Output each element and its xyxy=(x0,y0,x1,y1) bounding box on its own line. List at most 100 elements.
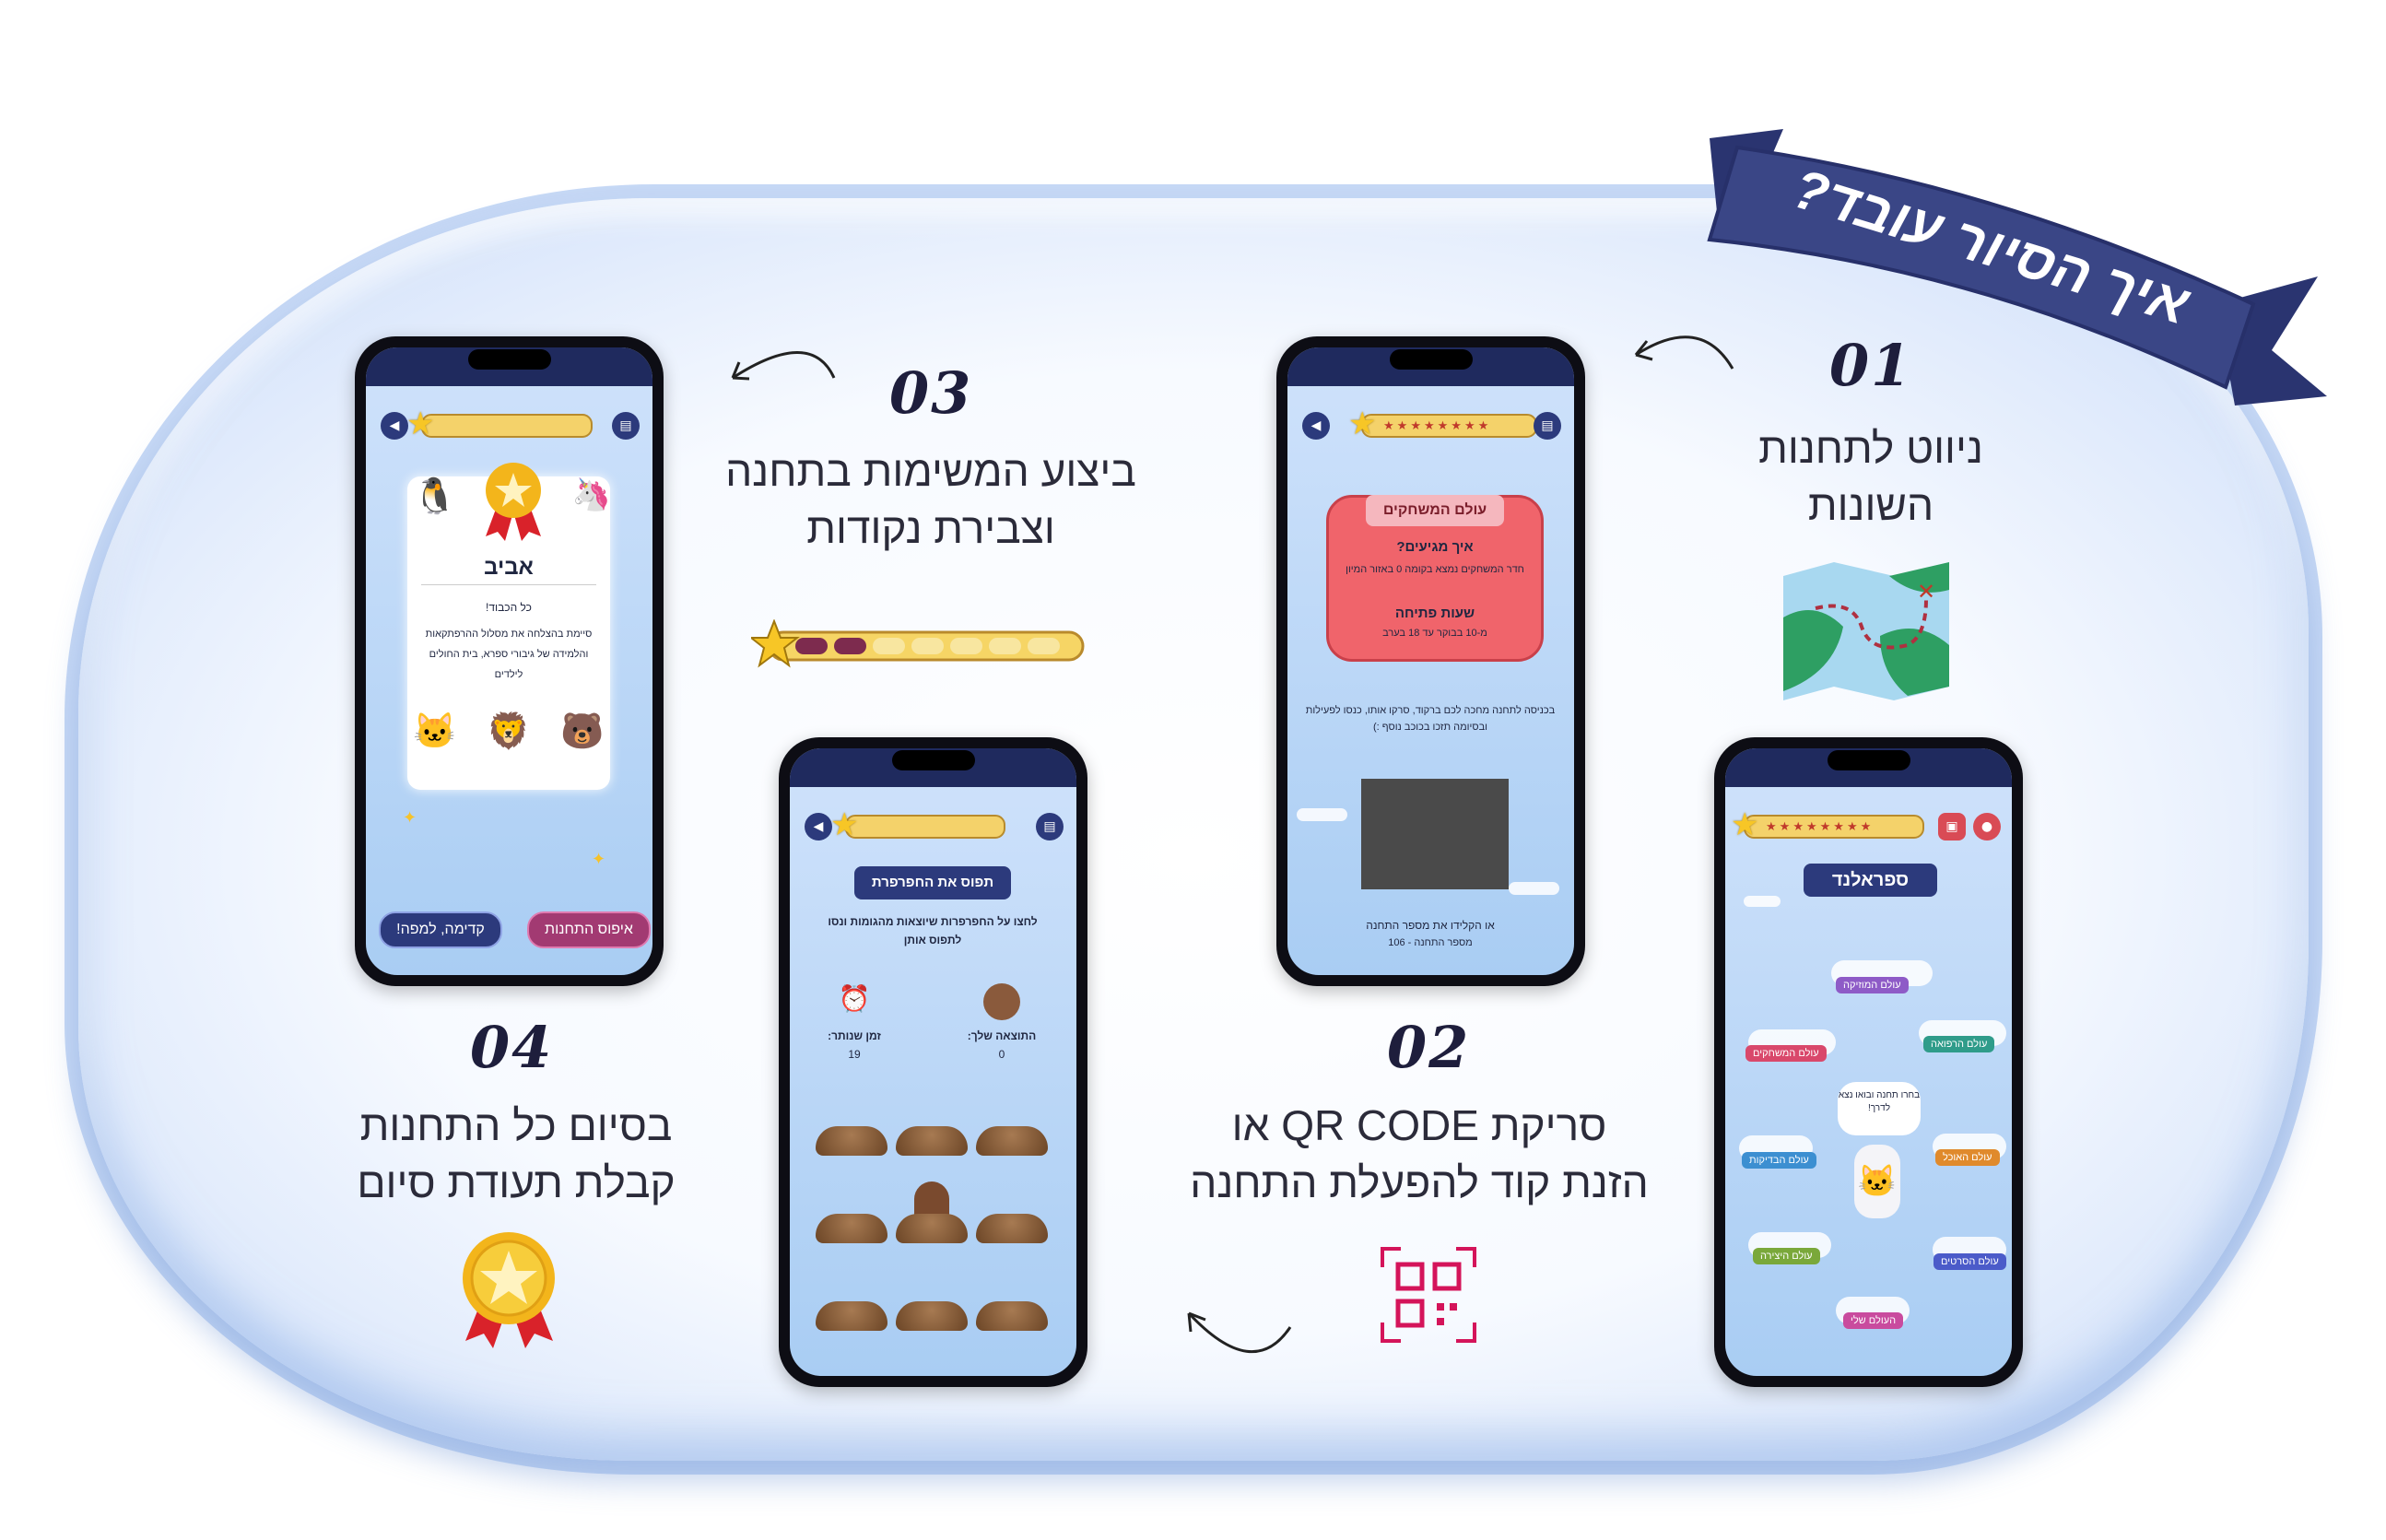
arrow-icon xyxy=(1187,1311,1292,1354)
cat-icon: 🐱 xyxy=(413,712,457,751)
step-01-text: ניווט לתחנות השונות xyxy=(1687,419,2055,534)
unicorn-icon: 🦄 xyxy=(571,477,612,512)
world-food[interactable]: עולם האוכל xyxy=(1935,1149,2000,1166)
svg-text:✕: ✕ xyxy=(1917,579,1935,605)
map-title: ספראלנד xyxy=(1804,864,1937,897)
arrow-icon xyxy=(731,351,836,381)
game-title: תפוס את החפרפרת xyxy=(854,866,1011,899)
mole-avatar-icon xyxy=(983,983,1020,1020)
sound-button[interactable]: ◀ xyxy=(1302,412,1330,440)
how-title: איך מגיעים? xyxy=(1396,539,1474,555)
gallery-button[interactable]: ▣ xyxy=(1938,813,1966,841)
score-value: 0 xyxy=(998,1048,1005,1061)
camera-scanner[interactable] xyxy=(1361,779,1509,889)
star-progress: ★ ★ ★ ★ ★ ★ ★ ★ xyxy=(1361,414,1537,438)
phone-certificate: ◀ ★ ▤ 🐧 🦄 אביב כל הכבוד! סיימת בהצלחה את… xyxy=(355,336,664,986)
step-02-line2: הזנת קוד להפעלת התחנה xyxy=(1190,1158,1649,1206)
star-icon: ★ xyxy=(1731,806,1759,843)
medal-icon xyxy=(486,463,541,541)
mole-hole[interactable] xyxy=(816,1301,887,1331)
book-button[interactable]: ▤ xyxy=(612,412,640,440)
cloud xyxy=(1509,882,1559,895)
world-tests[interactable]: עולם הבדיקות xyxy=(1742,1152,1816,1169)
hours-title: שעות פתיחה xyxy=(1394,605,1475,621)
recipient-name: אביב xyxy=(421,555,596,585)
step-03-line1: ביצוע המשימות בתחנה xyxy=(725,447,1136,495)
time-label: זמן שנותר: xyxy=(828,1029,881,1042)
mole-hole[interactable] xyxy=(896,1126,968,1156)
game-instructions: לחצו על החפרפרות שיוצאות מהגומות ונסו לת… xyxy=(828,915,1038,946)
game-screen: ◀ ★ ▤ תפוס את החפרפרת לחצו על החפרפרות ש… xyxy=(790,748,1076,1376)
reset-stations-button[interactable]: איפוס התחנות xyxy=(527,911,651,948)
cert-body: סיימת בהצלחה את מסלול ההרפתקאות והלמידה … xyxy=(425,629,593,680)
step-02-number: 02 xyxy=(1387,1014,1471,1081)
bear-icon: 🐻 xyxy=(560,712,605,751)
step-03-line2: וצבירת נקודות xyxy=(806,504,1055,552)
step-04-number: 04 xyxy=(470,1014,554,1081)
phone-game: ◀ ★ ▤ תפוס את החפרפרת לחצו על החפרפרות ש… xyxy=(779,737,1087,1387)
station-title: עולם המשחקים xyxy=(1366,495,1504,526)
star-icon: ★ xyxy=(406,406,435,442)
score-label: התוצאה שלך: xyxy=(967,1029,1037,1042)
certificate-screen: ◀ ★ ▤ 🐧 🦄 אביב כל הכבוד! סיימת בהצלחה את… xyxy=(366,347,652,975)
step-02-line1: סריקת QR CODE או xyxy=(1231,1101,1607,1149)
cat-mascot: 🐱 xyxy=(1854,1145,1900,1218)
cloud xyxy=(1744,896,1781,907)
mole-hole[interactable] xyxy=(816,1126,887,1156)
phone-notch xyxy=(467,349,551,370)
step-02-text: סריקת QR CODE או הזנת קוד להפעלת התחנה xyxy=(1170,1097,1668,1211)
lion-icon: 🦁 xyxy=(487,712,531,751)
step-04-line1: בסיום כל התחנות xyxy=(359,1101,673,1149)
star-progress xyxy=(845,815,1005,839)
hours-text: מ-10 בבוקר עד 18 בערב xyxy=(1382,628,1487,639)
sparkle-icon: ✦ xyxy=(403,808,417,828)
world-games[interactable]: עולם המשחקים xyxy=(1745,1045,1827,1062)
star-progress xyxy=(421,414,593,438)
world-mine[interactable]: העולם שלי xyxy=(1843,1312,1904,1329)
how-text: חדר המשחקים נמצא בקומה 0 באזור המיון xyxy=(1346,564,1524,575)
mole-hole[interactable] xyxy=(976,1301,1048,1331)
book-button[interactable]: ▤ xyxy=(1534,412,1561,440)
sparkle-icon: ✦ xyxy=(592,850,606,869)
step-03-text: ביצוע המשימות בתחנה וצבירת נקודות xyxy=(710,442,1152,557)
star-icon: ★ xyxy=(830,806,859,843)
star-icon: ★ xyxy=(1348,406,1377,442)
world-medicine[interactable]: עולם הרפואה xyxy=(1923,1036,1995,1052)
qr-code-icon xyxy=(1381,1247,1476,1343)
mole-hole[interactable] xyxy=(896,1301,968,1331)
cert-greeting: כל הכבוד! xyxy=(486,601,532,614)
step-03-number: 03 xyxy=(889,359,973,427)
speech-bubble: בחרו תחנה ובואו נצא לדרך! xyxy=(1838,1082,1921,1135)
cloud xyxy=(1297,808,1347,821)
time-value: 19 xyxy=(848,1048,861,1061)
phone-notch xyxy=(1827,750,1910,770)
world-movies[interactable]: עולם הסרטים xyxy=(1933,1253,2006,1270)
medal-icon xyxy=(463,1232,555,1348)
phone-notch xyxy=(891,750,975,770)
world-creation[interactable]: עולם היצירה xyxy=(1753,1248,1820,1264)
map-screen: ★ ★ ★ ★ ★ ★ ★ ★ ★ ● ▣ ספראלנד עולם המוזיקה עולם… xyxy=(1725,748,2012,1376)
world-music[interactable]: עולם המוזיקה xyxy=(1836,977,1909,993)
star-progress: ★ ★ ★ ★ ★ ★ ★ ★ xyxy=(1744,815,1924,839)
profile-button[interactable]: ● xyxy=(1973,813,2001,841)
scan-instructions: בכניסה לתחנה מחכה לכם ברקוד, סרקו אותו, … xyxy=(1305,705,1556,733)
progress-bar-icon xyxy=(751,619,1085,668)
map-icon: ✕ xyxy=(1783,562,1949,700)
mole-hole[interactable] xyxy=(816,1214,887,1243)
sound-button[interactable]: ◀ xyxy=(805,813,832,841)
mole-hole[interactable] xyxy=(976,1126,1048,1156)
go-to-map-button[interactable]: קדימה, למפה! xyxy=(379,911,502,948)
station-screen: ◀ ★ ★ ★ ★ ★ ★ ★ ★ ★ ▤ עולם המשחקים איך מגיעים? … xyxy=(1287,347,1574,975)
sound-button[interactable]: ◀ xyxy=(381,412,408,440)
mole-hole[interactable] xyxy=(896,1214,968,1243)
step-01-line1: ניווט לתחנות xyxy=(1758,424,1983,472)
phone-map: ★ ★ ★ ★ ★ ★ ★ ★ ★ ● ▣ ספראלנד עולם המוזיקה עולם… xyxy=(1714,737,2023,1387)
mole-hole[interactable] xyxy=(976,1214,1048,1243)
phone-notch xyxy=(1389,349,1473,370)
step-01-line2: השונות xyxy=(1807,481,1934,529)
phone-station: ◀ ★ ★ ★ ★ ★ ★ ★ ★ ★ ▤ עולם המשחקים איך מגיעים? … xyxy=(1276,336,1585,986)
code-prompt: או הקלידו את מספר התחנה xyxy=(1366,919,1495,932)
step-04-text: בסיום כל התחנות קבלת תעודת סיום xyxy=(332,1097,700,1211)
book-button[interactable]: ▤ xyxy=(1036,813,1064,841)
station-number[interactable]: מספר התחנה - 106 xyxy=(1306,937,1555,948)
